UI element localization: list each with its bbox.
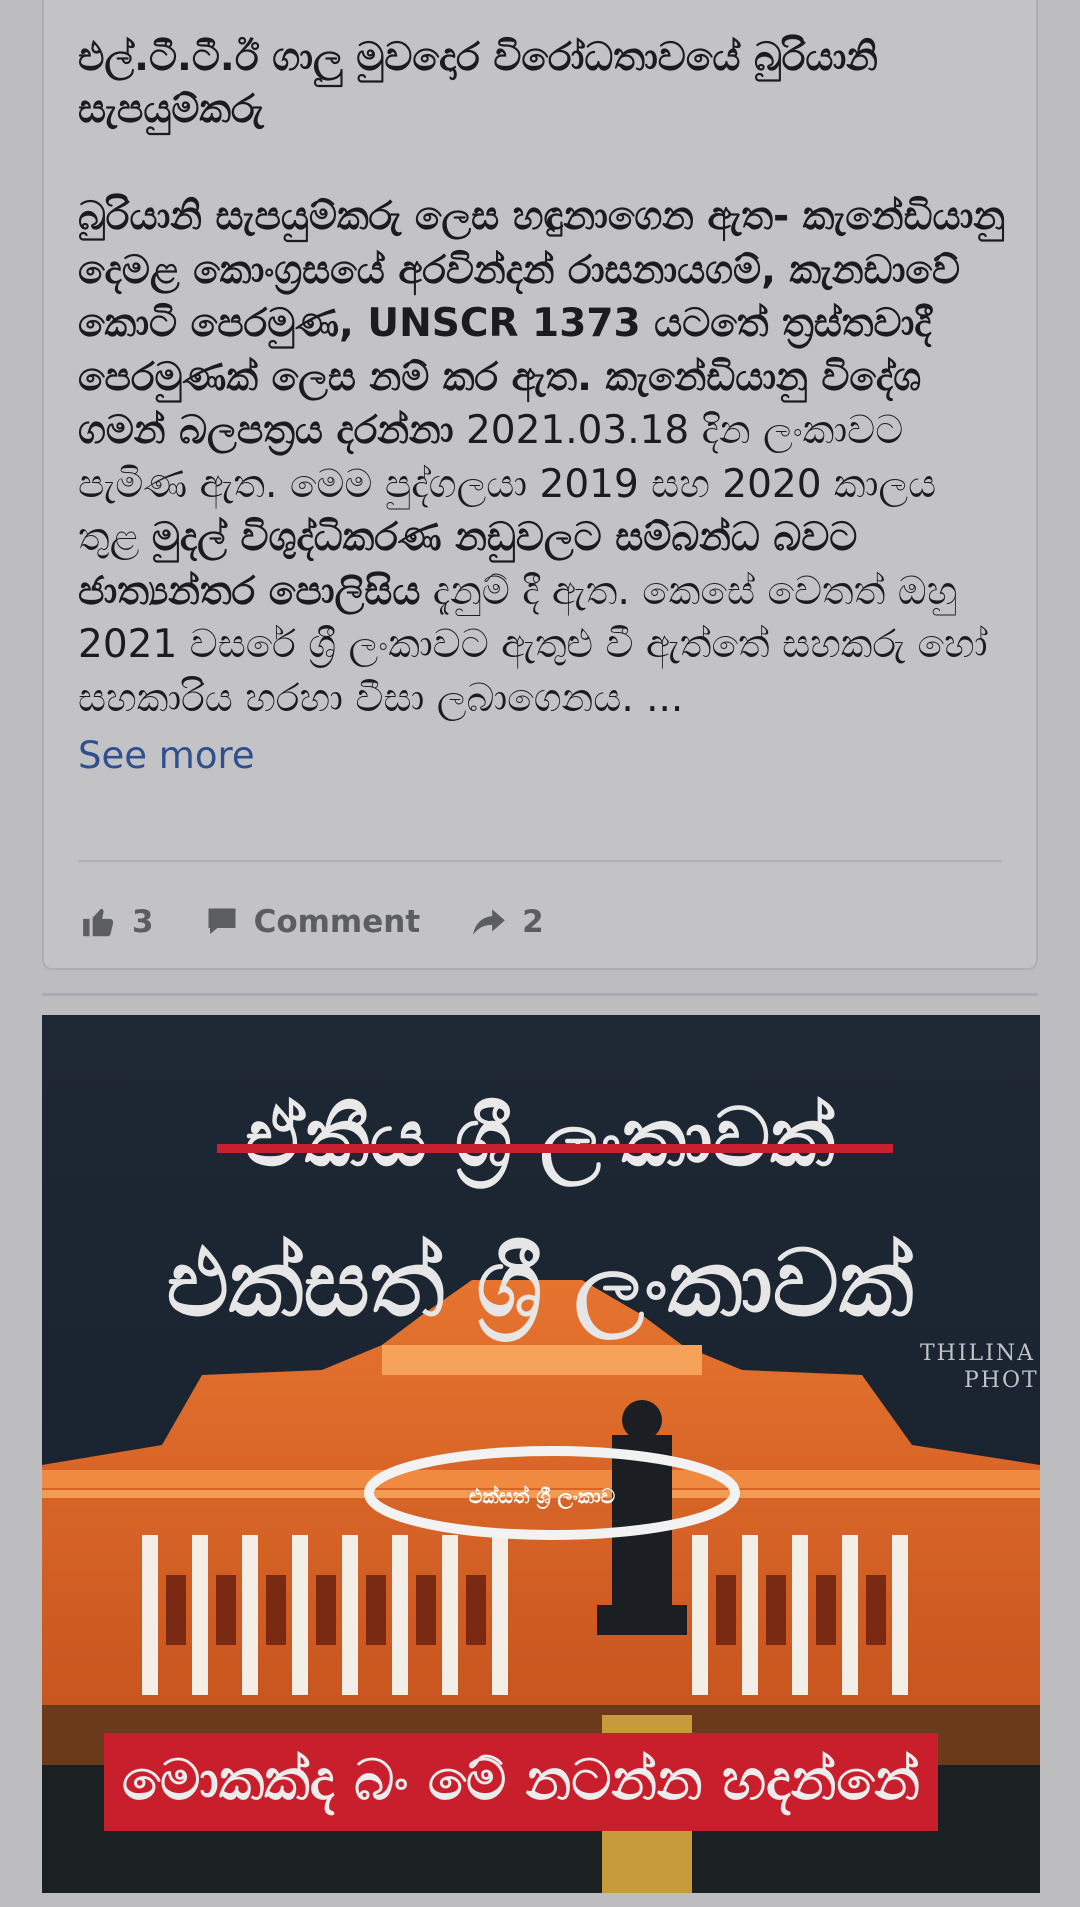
comment-icon: [208, 908, 236, 934]
thumbs-up-icon: [83, 908, 114, 937]
post-content: එල්.ටී.ටී.ඊ ගාලු මුවදොර විරෝධතාවයේ බුරිය…: [78, 32, 1008, 781]
action-divider: [78, 860, 1002, 862]
watermark-line-1: THILINA K: [920, 1341, 1040, 1366]
post-card: එල්.ටී.ටී.ඊ ගාලු මුවදොර විරෝධතාවයේ බුරිය…: [42, 0, 1038, 970]
post-body: බුරියානි සැපයුම්කරු ලෙස හඳුනාගෙන ඇත- කැන…: [78, 190, 1008, 781]
comment-label: Comment: [253, 904, 421, 940]
see-more-link[interactable]: See more: [78, 731, 1008, 781]
bottom-banner-text: මොකක්ද බං මේ නටන්න හදන්නේ: [122, 1748, 920, 1815]
post-image[interactable]: එක්සත් ශ්‍රී ලංකාව ඒකීය ශ්‍රී ලංකාවක් එක…: [42, 1015, 1040, 1893]
like-count: 3: [132, 904, 154, 940]
comment-button[interactable]: Comment: [204, 904, 421, 940]
post-headline: එල්.ටී.ටී.ඊ ගාලු මුවදොර විරෝධතාවයේ බුරිය…: [78, 35, 878, 132]
post-actions: 3 Comment 2: [80, 892, 594, 952]
protest-poster-image: එක්සත් ශ්‍රී ලංකාව ඒකීය ශ්‍රී ලංකාවක් එක…: [42, 1015, 1040, 1893]
watermark-line-2: PHOTO: [964, 1368, 1040, 1393]
main-slogan: එක්සත් ශ්‍රී ලංකාවක්: [166, 1230, 913, 1343]
struck-slogan: ඒකීය ශ්‍රී ලංකාවක්: [245, 1091, 835, 1190]
like-button[interactable]: 3: [80, 903, 154, 941]
share-button[interactable]: 2: [470, 903, 544, 941]
banner-small-text: එක්සත් ශ්‍රී ලංකාව: [469, 1484, 615, 1510]
feed-separator: [42, 993, 1038, 996]
share-count: 2: [522, 904, 544, 940]
share-arrow-icon: [473, 909, 505, 935]
strike-through-line: [217, 1144, 893, 1153]
